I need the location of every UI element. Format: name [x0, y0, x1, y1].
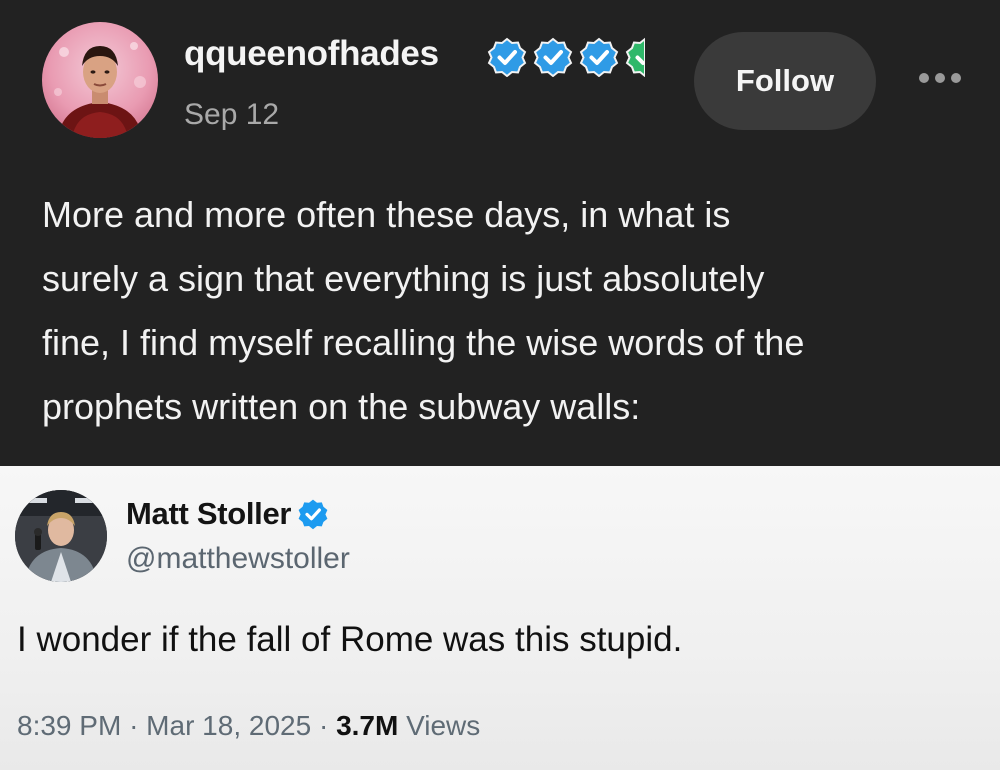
quoted-tweet: Matt Stoller @matthewstoller I wonder if…	[0, 466, 1000, 770]
follow-button[interactable]: Follow	[694, 32, 876, 130]
tweet-author-row: Matt Stoller	[126, 496, 329, 532]
verified-badge-icon	[487, 37, 527, 77]
tweet-author-name[interactable]: Matt Stoller	[126, 496, 292, 532]
tumblr-post: qqueenofhades Sep 12 Follow More and mor…	[0, 0, 1000, 466]
tweet-author-avatar[interactable]	[15, 490, 107, 582]
screenshot: qqueenofhades Sep 12 Follow More and mor…	[0, 0, 1000, 770]
verified-badge-partial-icon	[625, 37, 645, 77]
meta-separator: ·	[318, 710, 329, 741]
tweet-views-label: Views	[406, 710, 481, 741]
tweet-meta: 8:39 PM · Mar 18, 2025 · 3.7M Views	[17, 710, 480, 742]
post-body-text: More and more often these days, in what …	[42, 194, 805, 427]
user-avatar[interactable]	[42, 22, 158, 138]
avatar-portrait	[15, 490, 107, 582]
tweet-views-count: 3.7M	[336, 710, 399, 741]
verified-badge-icon	[533, 37, 573, 77]
tweet-text: I wonder if the fall of Rome was this st…	[17, 620, 683, 659]
more-options-button[interactable]	[912, 60, 968, 96]
verified-badge-icon	[579, 37, 619, 77]
tweet-date[interactable]: Mar 18, 2025	[146, 710, 311, 741]
ellipsis-icon	[951, 73, 961, 83]
verified-badge-icon	[298, 499, 328, 530]
badges-group	[487, 37, 645, 77]
post-username[interactable]: qqueenofhades	[184, 34, 439, 74]
avatar-portrait	[54, 42, 146, 138]
post-date: Sep 12	[184, 98, 280, 131]
ellipsis-icon	[919, 73, 929, 83]
ellipsis-icon	[935, 73, 945, 83]
tweet-time[interactable]: 8:39 PM	[17, 710, 121, 741]
meta-separator: ·	[129, 710, 139, 741]
tweet-author-handle[interactable]: @matthewstoller	[126, 542, 350, 576]
